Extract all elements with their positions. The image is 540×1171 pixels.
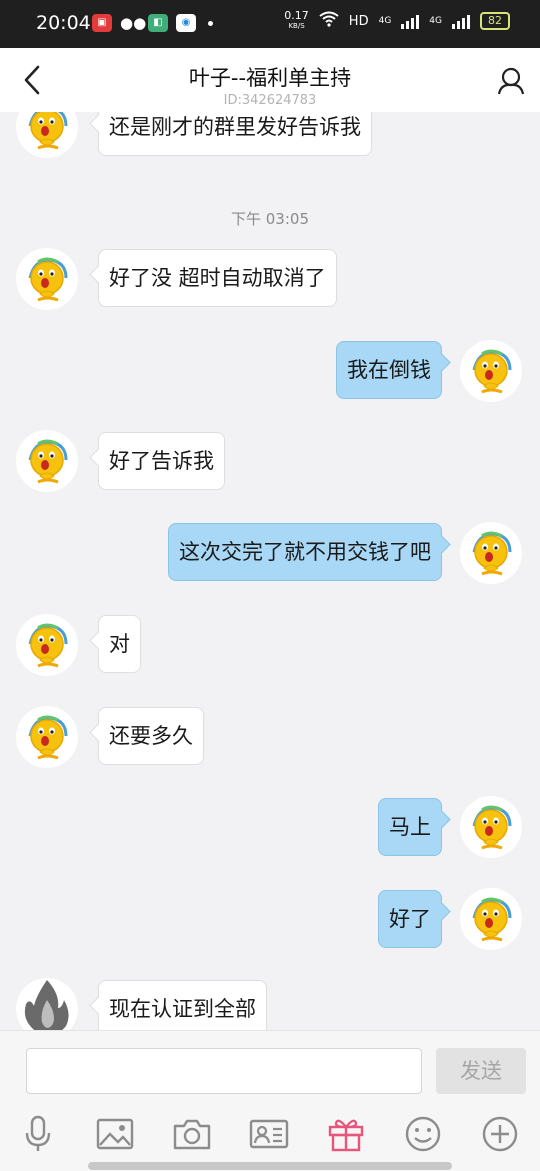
my-avatar[interactable] — [460, 340, 522, 402]
battery-icon: 82 — [480, 12, 510, 30]
browser-icon: ◉ — [176, 14, 196, 32]
network-type: 4G — [378, 16, 392, 26]
voice-button[interactable] — [18, 1115, 58, 1153]
my-avatar[interactable] — [460, 522, 522, 584]
message-bubble-received[interactable]: 好了告诉我 — [98, 432, 225, 490]
contact-card-icon — [249, 1119, 289, 1149]
message-bubble-received[interactable]: 现在认证到全部 — [98, 980, 267, 1030]
more-notifications-icon — [208, 20, 213, 26]
message-bubble-sent[interactable]: 这次交完了就不用交钱了吧 — [168, 523, 442, 581]
hd-label: HD — [348, 13, 369, 29]
wechat-icon: ●● — [120, 14, 147, 32]
contact-avatar[interactable] — [16, 112, 78, 158]
network-speed: 0.17 KB/S — [284, 9, 309, 30]
chat-header: 叶子--福利单主持 ID:342624783 — [0, 48, 540, 112]
image-icon — [96, 1118, 134, 1150]
message-bubble-sent[interactable]: 我在倒钱 — [336, 341, 442, 399]
status-bar: 20:04 ▣ ●● ◧ ◉ 0.17 KB/S HD 4G 4G 82 — [0, 0, 540, 48]
home-indicator[interactable] — [88, 1162, 452, 1170]
chat-subtitle-id: ID:342624783 — [223, 93, 317, 108]
app-notification-icon: ▣ — [92, 14, 112, 32]
message-bubble-received[interactable]: 还是刚才的群里发好告诉我 — [98, 112, 372, 156]
my-avatar[interactable] — [460, 796, 522, 858]
signal-icon — [401, 13, 420, 29]
message-bubble-sent[interactable]: 好了 — [378, 890, 442, 948]
status-right: 0.17 KB/S HD 4G 4G 82 — [284, 10, 510, 32]
contact-avatar-flame[interactable] — [16, 978, 78, 1030]
chat-title: 叶子--福利单主持 — [188, 66, 352, 90]
message-bubble-sent[interactable]: 马上 — [378, 798, 442, 856]
user-profile-icon — [497, 67, 525, 95]
contact-avatar[interactable] — [16, 614, 78, 676]
mic-icon — [25, 1115, 51, 1151]
contact-avatar[interactable] — [16, 430, 78, 492]
more-button[interactable] — [480, 1115, 520, 1153]
camera-icon — [173, 1119, 211, 1150]
message-timestamp: 下午 03:05 — [231, 210, 309, 228]
image-button[interactable] — [95, 1115, 135, 1153]
send-button[interactable]: 发送 — [436, 1048, 526, 1094]
my-avatar[interactable] — [460, 888, 522, 950]
notification-icons: ▣ ●● ◧ ◉ — [92, 14, 213, 32]
network-type-2: 4G — [429, 16, 442, 26]
camera-button[interactable] — [172, 1115, 212, 1153]
message-bubble-received[interactable]: 还要多久 — [98, 707, 204, 765]
emoji-button[interactable] — [403, 1115, 443, 1153]
gift-button[interactable] — [326, 1115, 366, 1153]
message-input[interactable] — [26, 1048, 422, 1094]
emoji-icon — [405, 1116, 441, 1152]
message-bubble-received[interactable]: 好了没 超时自动取消了 — [98, 249, 337, 307]
input-bar: 发送 — [0, 1030, 540, 1171]
profile-button[interactable] — [496, 66, 526, 96]
gift-icon — [328, 1119, 364, 1152]
wifi-icon — [319, 11, 339, 31]
contact-card-button[interactable] — [249, 1115, 289, 1153]
contact-avatar[interactable] — [16, 248, 78, 310]
contact-avatar[interactable] — [16, 706, 78, 768]
status-time: 20:04 — [36, 12, 91, 34]
message-list[interactable]: 下午 03:05 还是刚才的群里发好告诉我 好了没 超时自动取消了 我在倒钱 好… — [0, 112, 540, 1030]
plus-icon — [482, 1116, 518, 1152]
app-notification-icon-2: ◧ — [148, 14, 168, 32]
signal-icon-2 — [452, 13, 470, 29]
message-bubble-received[interactable]: 对 — [98, 615, 141, 673]
